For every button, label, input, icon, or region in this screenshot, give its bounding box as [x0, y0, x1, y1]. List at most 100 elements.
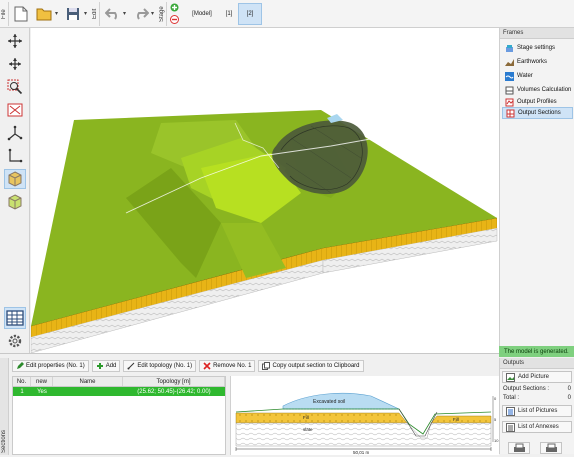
list-pictures-label: List of Pictures: [518, 408, 558, 414]
axes-3d-button[interactable]: [4, 123, 26, 143]
list-pictures-icon: [506, 406, 515, 416]
list-of-pictures-button[interactable]: List of Pictures: [502, 405, 572, 417]
frame-water[interactable]: Water: [502, 70, 573, 82]
undo-dropdown-icon[interactable]: ▾: [123, 10, 126, 17]
table-row[interactable]: 1 Yes (25.62; 50.45)-(26.42; 0.00): [13, 387, 225, 396]
stage-tab-model[interactable]: [Model]: [183, 3, 221, 25]
view-solid-button[interactable]: [4, 192, 26, 212]
fill-text-right: Fill: [453, 417, 459, 422]
terrain-3d-model: [30, 110, 498, 354]
edit-topology-button[interactable]: Edit topology (No. 1): [123, 360, 197, 372]
slate-text: slate: [303, 427, 313, 432]
add-picture-button[interactable]: Add Picture: [502, 371, 572, 383]
remove-stage-button[interactable]: [170, 15, 180, 25]
frame-label: Stage settings: [517, 45, 556, 51]
axis-tick-5: 5: [494, 417, 497, 422]
rotate-view-button[interactable]: [4, 54, 26, 74]
edit-topology-label: Edit topology (No. 1): [137, 363, 193, 369]
sections-toolbar: Edit properties (No. 1) Add Edit topolog…: [12, 360, 364, 372]
frame-stage-settings[interactable]: Stage settings: [502, 42, 573, 54]
frame-earthworks[interactable]: Earthworks: [502, 56, 573, 68]
minus-icon: [170, 15, 179, 24]
axes-3d-icon: [7, 125, 23, 141]
column-topology[interactable]: Topology [m]: [123, 377, 225, 386]
frames-panel: Frames Stage settings Earthworks Water V…: [499, 28, 574, 353]
frame-label: Water: [517, 73, 533, 79]
add-section-label: Add: [105, 363, 117, 369]
settings-button[interactable]: [4, 331, 26, 351]
section-preview: Excavated soil Fill Fill slate 50,01 m 0…: [230, 376, 499, 455]
column-new[interactable]: new: [31, 377, 53, 386]
total-row: Total : 0: [503, 395, 571, 401]
fill-text-left: Fill: [303, 415, 309, 420]
cube-view-icon: [8, 171, 22, 187]
frame-label: Output Profiles: [517, 99, 557, 105]
output-sections-row: Output Sections : 0: [503, 386, 571, 392]
column-no[interactable]: No.: [13, 377, 31, 386]
frames-title: Frames: [500, 28, 574, 39]
view-3d-button[interactable]: [4, 169, 26, 189]
stage-tab-2[interactable]: [2]: [238, 3, 262, 25]
picture-icon: [506, 372, 515, 382]
cell-name: [53, 387, 123, 396]
zoom-extents-button[interactable]: [4, 100, 26, 120]
add-stage-button[interactable]: [170, 3, 180, 13]
view-tools-panel: [0, 28, 30, 353]
cell-no: 1: [20, 388, 24, 395]
print-button[interactable]: [508, 442, 530, 454]
remove-icon: [203, 362, 211, 370]
cube-solid-icon: [8, 194, 22, 210]
status-message: The model is generated.: [499, 346, 574, 357]
zoom-button[interactable]: [4, 77, 26, 97]
copy-section-label: Copy output section to Clipboard: [272, 363, 360, 369]
axes-2d-button[interactable]: [4, 146, 26, 166]
add-icon: [96, 363, 103, 369]
save-icon: [67, 8, 79, 20]
output-sections-value: 0: [567, 386, 571, 392]
printer-preview-icon: [545, 443, 557, 452]
list-of-annexes-button[interactable]: List of Annexes: [502, 421, 572, 433]
frame-output-sections[interactable]: Output Sections: [502, 107, 573, 119]
stage-group-label: Stage: [159, 2, 167, 26]
new-file-button[interactable]: [11, 4, 31, 24]
dimension-text: 50,01 m: [353, 450, 370, 455]
table-icon: [6, 310, 24, 326]
zoom-extents-icon: [7, 103, 23, 117]
save-button[interactable]: [63, 4, 83, 24]
column-name[interactable]: Name: [53, 377, 123, 386]
zoom-icon: [7, 79, 23, 95]
redo-button[interactable]: [131, 4, 151, 24]
table-view-button[interactable]: [4, 307, 26, 329]
edit-properties-button[interactable]: Edit properties (No. 1): [12, 360, 89, 372]
print-preview-button[interactable]: [540, 442, 562, 454]
redo-dropdown-icon[interactable]: ▾: [151, 10, 154, 17]
sections-side-tab[interactable]: Sections: [0, 358, 9, 455]
printer-icon: [513, 443, 525, 452]
water-icon: [505, 71, 514, 81]
copy-section-button[interactable]: Copy output section to Clipboard: [258, 360, 364, 372]
open-dropdown-icon[interactable]: ▾: [55, 10, 58, 17]
axis-tick-0: 0: [494, 396, 497, 401]
add-section-button[interactable]: Add: [91, 360, 121, 372]
open-folder-icon: [36, 8, 51, 21]
sections-side-label: Sections: [1, 429, 7, 453]
open-file-button[interactable]: [34, 4, 54, 24]
outputs-panel: Outputs Add Picture Output Sections : 0 …: [499, 358, 574, 454]
remove-section-button[interactable]: Remove No. 1: [199, 360, 256, 372]
save-dropdown-icon[interactable]: ▾: [84, 10, 87, 17]
add-picture-label: Add Picture: [518, 374, 550, 380]
sections-icon: [506, 109, 515, 118]
redo-icon: [137, 8, 149, 20]
outputs-title: Outputs: [500, 358, 574, 369]
frame-volumes-calculation[interactable]: Volumes Calculation: [502, 84, 573, 96]
table-header: No. new Name Topology [m]: [13, 377, 225, 387]
stage-tab-1[interactable]: [1]: [221, 3, 237, 25]
cross-section-drawing: Excavated soil Fill Fill slate 50,01 m 0…: [235, 392, 499, 455]
undo-button[interactable]: [103, 4, 123, 24]
model-3d-view[interactable]: [30, 28, 499, 354]
cell-new: Yes: [37, 388, 47, 395]
move-view-button[interactable]: [4, 31, 26, 51]
gear-icon: [8, 334, 22, 348]
total-value: 0: [567, 395, 571, 401]
undo-icon: [105, 8, 117, 20]
